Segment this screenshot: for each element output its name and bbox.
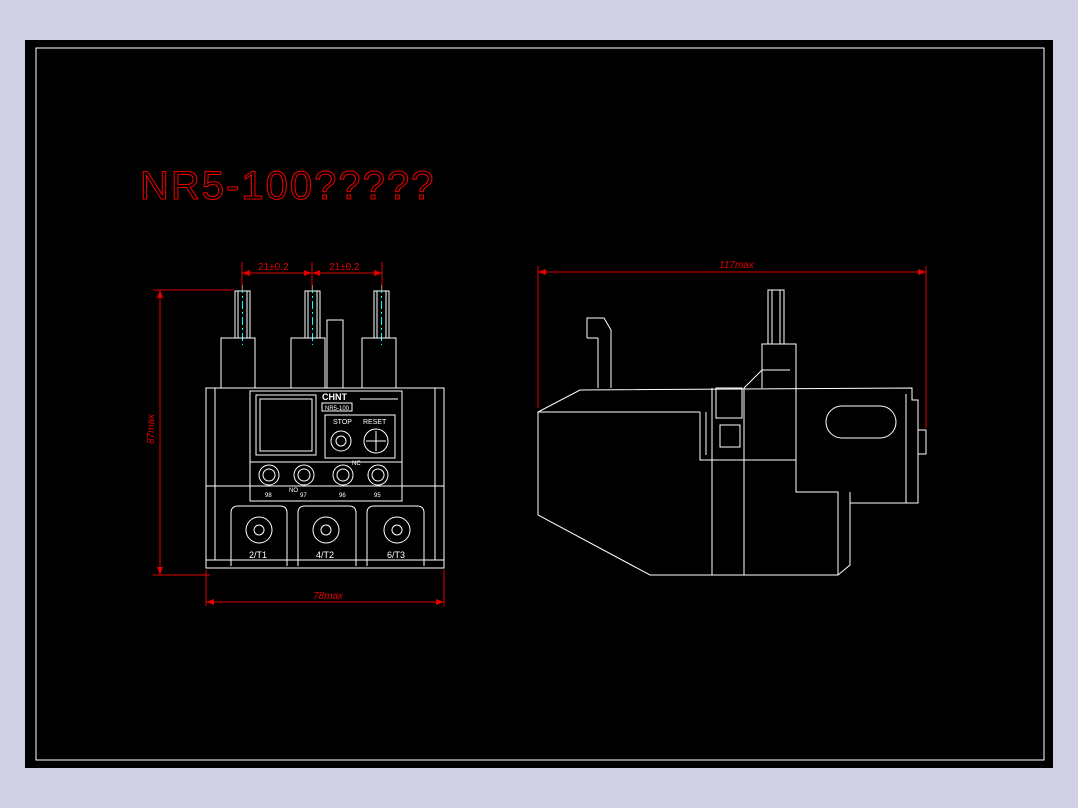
- height-dimension: 87max: [146, 413, 157, 444]
- width-dimension: 78max: [313, 591, 344, 602]
- aux-terminal-label: 97: [300, 493, 307, 499]
- pitch-dimension-right: 21±0.2: [329, 262, 360, 273]
- aux-terminal-label: 95: [374, 493, 381, 499]
- main-terminal-label: 4/T2: [316, 550, 334, 560]
- cad-drawing-canvas[interactable]: NR5-100????? CHNT NR5-100 STOP RESET NO …: [0, 0, 1078, 808]
- reset-label: RESET: [363, 419, 387, 426]
- stop-label: STOP: [333, 419, 352, 426]
- drawing-sheet: [25, 40, 1053, 768]
- no-label: NO: [289, 488, 298, 494]
- pitch-dimension-left: 21±0.2: [258, 262, 289, 273]
- nc-label: NC: [352, 461, 361, 467]
- aux-terminal-label: 98: [265, 493, 272, 499]
- main-terminal-label: 2/T1: [249, 550, 267, 560]
- aux-terminal-label: 96: [339, 493, 346, 499]
- model-label: NR5-100: [325, 406, 350, 412]
- brand-label: CHNT: [322, 392, 347, 402]
- length-dimension: 117max: [719, 260, 755, 271]
- drawing-title: NR5-100?????: [140, 164, 435, 208]
- main-terminal-label: 6/T3: [387, 550, 405, 560]
